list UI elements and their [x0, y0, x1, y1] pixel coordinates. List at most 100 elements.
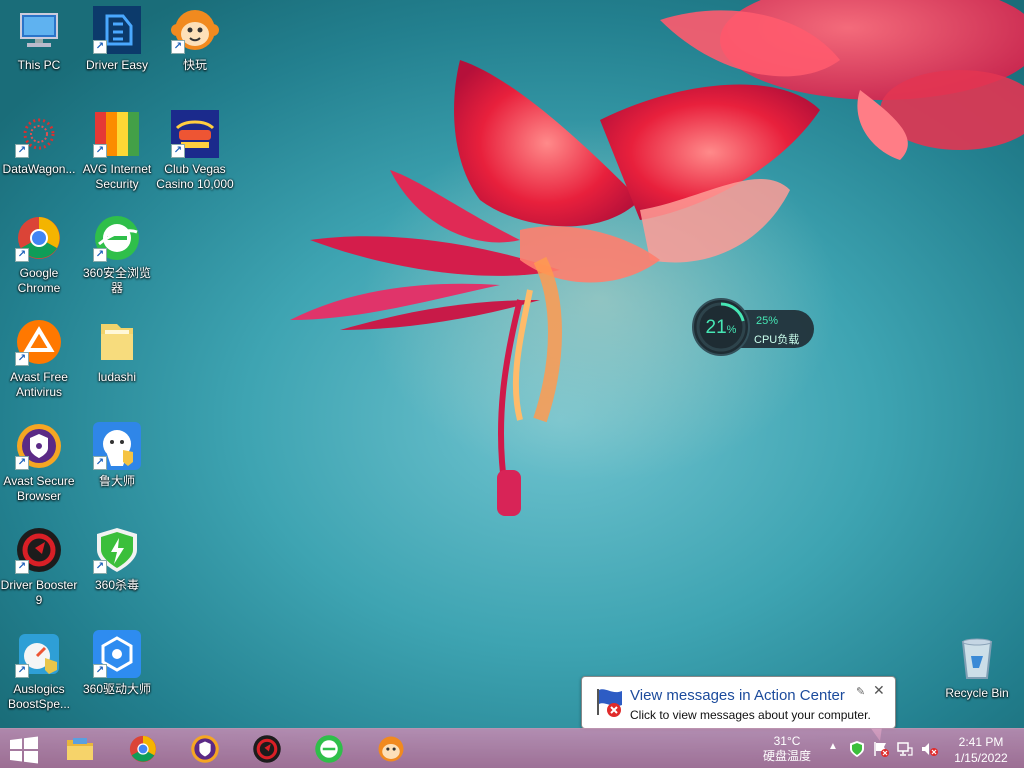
desktop-icon-auslogics[interactable]: ↗ Auslogics BoostSpe... — [0, 626, 78, 726]
driver-booster-icon — [253, 735, 281, 763]
360-driver-icon: ↗ — [93, 630, 141, 678]
cpu-load-widget[interactable]: 21% 25% CPU负载 — [692, 298, 816, 356]
ludashi-icon: ↗ — [93, 422, 141, 470]
avast-icon: ↗ — [15, 318, 63, 366]
driver-easy-icon: ↗ — [93, 6, 141, 54]
club-vegas-icon: ↗ — [171, 110, 219, 158]
avg-icon: ↗ — [93, 110, 141, 158]
desktop-icon-label: DataWagon... — [2, 162, 76, 176]
taskbar-kuaiwan[interactable] — [373, 732, 409, 766]
shortcut-arrow-icon: ↗ — [93, 664, 107, 678]
cpu-load-label: CPU负载 — [754, 334, 800, 346]
recycle-bin-icon — [953, 634, 1001, 682]
desktop-icon-label: 快玩 — [182, 58, 207, 72]
desktop-icon-avast-free-antivirus[interactable]: ↗ Avast Free Antivirus — [0, 314, 78, 414]
360-browser-icon: ↗ — [93, 214, 141, 262]
start-button[interactable] — [8, 736, 40, 764]
desktop-icon-label: 鲁大师 — [98, 474, 135, 488]
shortcut-arrow-icon: ↗ — [15, 456, 29, 470]
show-hidden-icons-button[interactable]: ▲ — [828, 741, 838, 752]
chrome-icon — [129, 735, 157, 763]
desktop-icon-datawagon[interactable]: ↗ DataWagon... — [0, 106, 78, 206]
avast-browser-icon — [191, 735, 219, 763]
desktop: This PC ↗ DataWagon... ↗ Google Chrome ↗… — [0, 0, 1024, 728]
desktop-icon-label: This PC — [17, 58, 61, 72]
folder-icon — [93, 318, 141, 366]
360-browser-icon — [315, 735, 343, 763]
desktop-icon-driver-booster[interactable]: ↗ Driver Booster 9 — [0, 522, 78, 622]
taskbar-driver-booster[interactable] — [249, 732, 285, 766]
desktop-icon-avast-secure-browser[interactable]: ↗ Avast Secure Browser — [0, 418, 78, 518]
action-center-flag-icon — [597, 689, 622, 717]
action-center-notification[interactable]: View messages in Action Center Click to … — [581, 676, 896, 729]
clock-date: 1/15/2022 — [954, 751, 1008, 765]
shortcut-arrow-icon: ↗ — [15, 352, 29, 366]
shortcut-arrow-icon: ↗ — [171, 144, 185, 158]
desktop-icon-360-antivirus[interactable]: ↗ 360杀毒 — [78, 522, 156, 622]
driver-booster-icon: ↗ — [15, 526, 63, 574]
notification-text: Click to view messages about your comput… — [630, 708, 871, 722]
kuaiwan-monkey-icon: ↗ — [171, 6, 219, 54]
desktop-icon-label: Driver Easy — [85, 58, 148, 72]
notification-title[interactable]: View messages in Action Center — [630, 687, 845, 704]
taskbar-file-explorer[interactable] — [62, 732, 98, 766]
cpu-load-percent: 25% — [756, 315, 779, 327]
desktop-icon-this-pc[interactable]: This PC — [0, 2, 78, 102]
file-explorer-icon — [67, 738, 93, 760]
360-antivirus-icon: ↗ — [93, 526, 141, 574]
desktop-icon-label: 360驱动大师 — [82, 682, 152, 696]
desktop-icon-360-driver[interactable]: ↗ 360驱动大师 — [78, 626, 156, 726]
disk-temperature[interactable]: 31°C 硬盘温度 — [758, 734, 816, 764]
desktop-icon-label: Avast Secure Browser — [3, 474, 75, 503]
taskbar-360-browser[interactable] — [311, 732, 347, 766]
network-icon[interactable] — [896, 740, 914, 758]
this-pc-icon — [15, 6, 63, 54]
shortcut-arrow-icon: ↗ — [15, 248, 29, 262]
taskbar-chrome[interactable] — [125, 732, 161, 766]
shortcut-arrow-icon: ↗ — [93, 144, 107, 158]
desktop-icon-label: ludashi — [97, 370, 137, 384]
desktop-icon-kuaiwan[interactable]: ↗ 快玩 — [156, 2, 234, 102]
desktop-icon-label: Recycle Bin — [945, 686, 1009, 700]
taskbar-avast-browser[interactable] — [187, 732, 223, 766]
avast-browser-icon: ↗ — [15, 422, 63, 470]
shortcut-arrow-icon: ↗ — [93, 560, 107, 574]
desktop-icon-google-chrome[interactable]: ↗ Google Chrome — [0, 210, 78, 310]
desktop-icon-recycle-bin[interactable]: Recycle Bin — [938, 630, 1016, 728]
disk-temp-label: 硬盘温度 — [762, 749, 811, 763]
shortcut-arrow-icon: ↗ — [93, 456, 107, 470]
desktop-icon-label: 360杀毒 — [94, 578, 140, 592]
desktop-icon-ludashi-folder[interactable]: ludashi — [78, 314, 156, 414]
desktop-icon-label: 360安全浏览器 — [82, 266, 152, 295]
taskbar: 31°C 硬盘温度 ▲ 2:41 PM 1/15/2022 — [0, 728, 1024, 768]
desktop-icon-360-browser[interactable]: ↗ 360安全浏览器 — [78, 210, 156, 310]
notification-options-icon[interactable]: ✎ — [856, 685, 865, 698]
desktop-icon-label: Google Chrome — [17, 266, 61, 295]
security-shield-icon[interactable] — [848, 740, 866, 758]
cpu-value: 21% — [705, 317, 737, 338]
notification-close-button[interactable]: ✕ — [873, 682, 885, 699]
cpu-gauge: 21% — [692, 298, 750, 356]
shortcut-arrow-icon: ↗ — [15, 664, 29, 678]
action-center-flag-icon[interactable] — [872, 740, 890, 758]
clock-time: 2:41 PM — [958, 735, 1004, 749]
speaker-muted-icon[interactable] — [920, 740, 938, 758]
shortcut-arrow-icon: ↗ — [15, 560, 29, 574]
disk-temp-value: 31°C — [773, 734, 801, 748]
shortcut-arrow-icon: ↗ — [15, 144, 29, 158]
shortcut-arrow-icon: ↗ — [171, 40, 185, 54]
shortcut-arrow-icon: ↗ — [93, 40, 107, 54]
desktop-icon-driver-easy[interactable]: ↗ Driver Easy — [78, 2, 156, 102]
desktop-icon-label: Avast Free Antivirus — [10, 370, 68, 399]
desktop-icon-club-vegas[interactable]: ↗ Club Vegas Casino 10,000 — [156, 106, 234, 206]
desktop-icon-label: Auslogics BoostSpe... — [7, 682, 71, 711]
desktop-icon-ludashi-app[interactable]: ↗ 鲁大师 — [78, 418, 156, 518]
shortcut-arrow-icon: ↗ — [93, 248, 107, 262]
desktop-icon-label: AVG Internet Security — [82, 162, 152, 191]
taskbar-clock[interactable]: 2:41 PM 1/15/2022 — [948, 734, 1014, 766]
desktop-icon-avg-internet-security[interactable]: ↗ AVG Internet Security — [78, 106, 156, 206]
kuaiwan-monkey-icon — [378, 736, 404, 762]
desktop-icon-label: Club Vegas Casino 10,000 — [156, 162, 234, 191]
auslogics-icon: ↗ — [15, 630, 63, 678]
desktop-icon-label: Driver Booster 9 — [0, 578, 78, 607]
